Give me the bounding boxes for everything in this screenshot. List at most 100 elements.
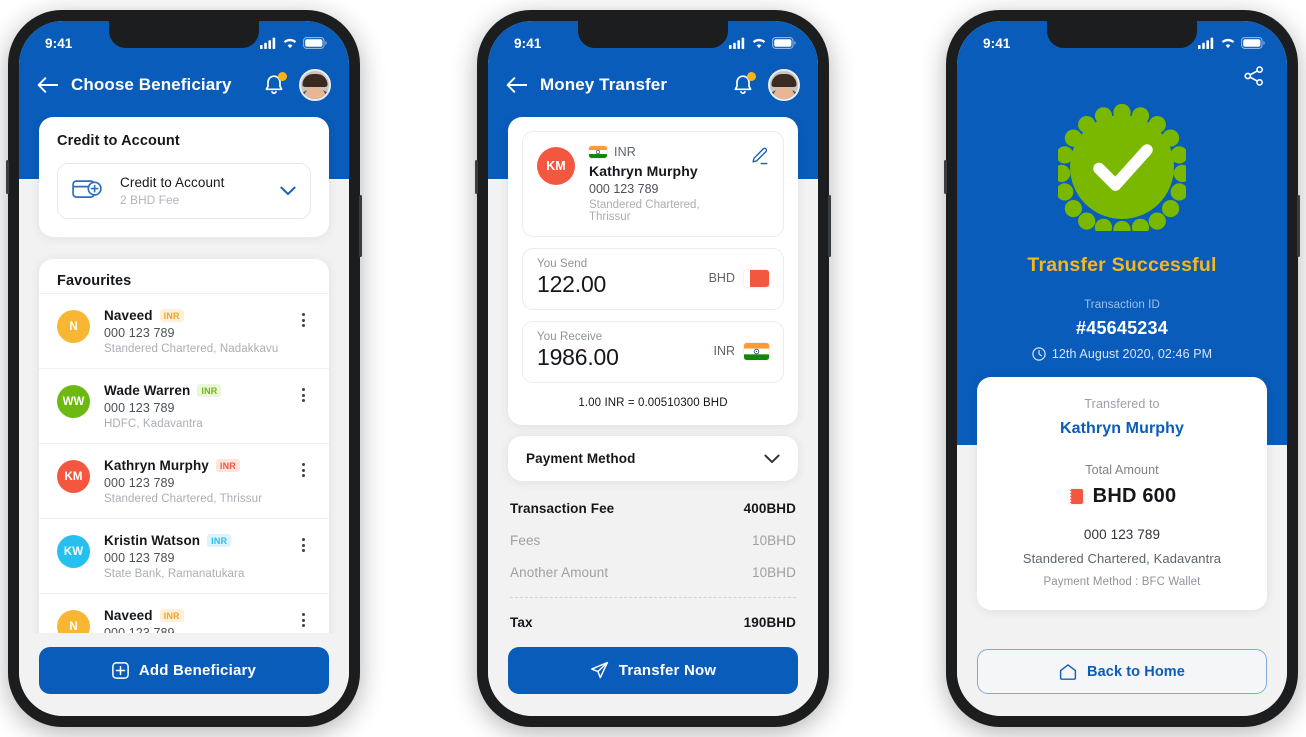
- screen-transfer-success: 9:41 Transfer Successful Transaction ID …: [957, 21, 1287, 716]
- screen3-content: Transfered to Kathryn Murphy Total Amoun…: [957, 377, 1287, 635]
- screen3-footer: Back to Home: [957, 635, 1287, 716]
- beneficiary-info: INR Kathryn Murphy 000 123 789 Standered…: [589, 145, 736, 223]
- wifi-icon: [752, 38, 766, 49]
- beneficiary-name: Naveed: [104, 608, 153, 623]
- you-send-currency-group: BHD: [709, 269, 769, 287]
- status-time: 9:41: [514, 35, 542, 51]
- beneficiary-name: Kathryn Murphy: [589, 163, 698, 179]
- edit-beneficiary-button[interactable]: [750, 147, 769, 166]
- arrow-left-icon: [37, 77, 58, 93]
- credit-option-label: Credit to Account: [120, 175, 225, 190]
- credit-section-title: Credit to Account: [57, 133, 180, 149]
- plus-box-icon: [112, 662, 129, 679]
- currency-badge: INR: [215, 459, 241, 472]
- beneficiary-bank: Standered Chartered, Nadakkavu: [104, 343, 279, 355]
- payment-method-row[interactable]: Payment Method: [508, 436, 798, 481]
- beneficiary-account: 000 123 789: [104, 401, 175, 415]
- transaction-datetime-row: 12th August 2020, 02:46 PM: [957, 347, 1287, 361]
- list-item[interactable]: KW Kristin Watson INR 000 123 789 State …: [39, 518, 329, 593]
- screen1-content: Credit to Account Credit to Account 2 BH…: [19, 117, 349, 633]
- you-receive-texts: You Receive 1986.00: [537, 331, 713, 371]
- bahrain-flag: [744, 269, 769, 287]
- beneficiary-account: 000 123 789: [104, 551, 175, 565]
- status-time: 9:41: [983, 35, 1011, 51]
- total-value: 190BHD: [743, 615, 796, 630]
- list-item[interactable]: WW Wade Warren INR 000 123 789 HDFC, Kad…: [39, 368, 329, 443]
- screen2-content: KM INR Kathryn Murphy 000 123 789 Stande…: [488, 117, 818, 633]
- fee-row: Fees 10BHD: [510, 533, 796, 548]
- total-amount-value: BHD 600: [1092, 485, 1177, 507]
- bahrain-flag: [1067, 489, 1083, 504]
- total-amount-row: BHD 600: [993, 485, 1251, 508]
- more-options-icon[interactable]: [295, 383, 311, 402]
- check-badge-icon: [1058, 103, 1186, 231]
- more-options-icon[interactable]: [295, 608, 311, 627]
- favourites-card: Favourites N Naveed INR 000 123 789 Stan…: [39, 259, 329, 633]
- credit-to-account-card: Credit to Account Credit to Account 2 BH…: [39, 117, 329, 237]
- list-item[interactable]: KM Kathryn Murphy INR 000 123 789 Stande…: [39, 443, 329, 518]
- cellular-signal-icon: [260, 37, 276, 49]
- transfer-now-label: Transfer Now: [618, 662, 717, 679]
- payment-method-text: Payment Method : BFC Wallet: [1043, 576, 1201, 588]
- you-receive-value: 1986.00: [537, 344, 619, 370]
- beneficiary-currency-line: INR: [589, 145, 736, 159]
- beneficiary-info: Naveed INR 000 123 789 Standered Charter…: [104, 308, 281, 355]
- you-send-field[interactable]: You Send 122.00 BHD: [522, 248, 784, 310]
- exchange-rate: 1.00 INR = 0.00510300 BHD: [578, 397, 728, 409]
- beneficiary-name-line: Kristin Watson INR: [104, 533, 281, 548]
- total-label: Tax: [510, 615, 533, 630]
- share-button[interactable]: [1243, 65, 1265, 87]
- more-options-icon[interactable]: [295, 533, 311, 552]
- you-send-texts: You Send 122.00: [537, 258, 709, 298]
- battery-icon: [1241, 37, 1265, 49]
- you-receive-currency: INR: [713, 344, 735, 358]
- beneficiary-account: 000 123 789: [104, 626, 175, 633]
- divider: [510, 597, 796, 598]
- cellular-signal-icon: [1198, 37, 1214, 49]
- you-receive-currency-group: INR: [713, 342, 769, 360]
- notification-dot: [278, 72, 287, 81]
- back-button[interactable]: [506, 77, 527, 93]
- avatar[interactable]: [768, 69, 800, 101]
- fee-label: Transaction Fee: [510, 501, 615, 516]
- more-options-icon[interactable]: [295, 458, 311, 477]
- back-to-home-button[interactable]: Back to Home: [977, 649, 1267, 694]
- you-receive-label: You Receive: [537, 331, 603, 343]
- currency-badge: INR: [197, 384, 222, 397]
- beneficiary-box[interactable]: KM INR Kathryn Murphy 000 123 789 Stande…: [522, 131, 784, 237]
- you-send-label: You Send: [537, 258, 588, 270]
- avatar: KM: [57, 460, 90, 493]
- phone-money-transfer: 9:41 Money Transfer KM INR Kathryn Murph…: [475, 10, 831, 727]
- home-icon: [1059, 663, 1077, 680]
- transfer-now-button[interactable]: Transfer Now: [508, 647, 798, 694]
- credit-to-account-option[interactable]: Credit to Account 2 BHD Fee: [57, 163, 311, 219]
- page-title: Money Transfer: [540, 75, 668, 94]
- back-button[interactable]: [37, 77, 58, 93]
- fee-label: Fees: [510, 533, 541, 548]
- phone-notch: [578, 21, 728, 48]
- beneficiary-info: Kathryn Murphy INR 000 123 789 Standered…: [104, 458, 281, 505]
- beneficiary-account: 000 123 789: [104, 476, 175, 490]
- notification-button[interactable]: [262, 72, 287, 97]
- currency-badge: INR: [207, 534, 232, 547]
- avatar: WW: [57, 385, 90, 418]
- phone-transfer-success: 9:41 Transfer Successful Transaction ID …: [944, 10, 1300, 727]
- battery-icon: [303, 37, 327, 49]
- list-item[interactable]: N Naveed INR 000 123 789 Standered Chart…: [39, 593, 329, 633]
- avatar: N: [57, 310, 90, 343]
- add-beneficiary-button[interactable]: Add Beneficiary: [39, 647, 329, 694]
- you-receive-field[interactable]: You Receive 1986.00 INR: [522, 321, 784, 383]
- screen2-footer: Transfer Now: [488, 633, 818, 716]
- phone-notch: [1047, 21, 1197, 48]
- success-title: Transfer Successful: [1027, 254, 1217, 276]
- beneficiary-bank: State Bank, Ramanatukara: [104, 568, 245, 580]
- fee-row: Another Amount 10BHD: [510, 565, 796, 580]
- india-flag: [744, 342, 769, 360]
- favourites-title: Favourites: [57, 273, 132, 289]
- beneficiary-info: Kristin Watson INR 000 123 789 State Ban…: [104, 533, 281, 580]
- notification-button[interactable]: [731, 72, 756, 97]
- more-options-icon[interactable]: [295, 308, 311, 327]
- beneficiary-name: Naveed: [104, 308, 153, 323]
- list-item[interactable]: N Naveed INR 000 123 789 Standered Chart…: [39, 293, 329, 368]
- avatar[interactable]: [299, 69, 331, 101]
